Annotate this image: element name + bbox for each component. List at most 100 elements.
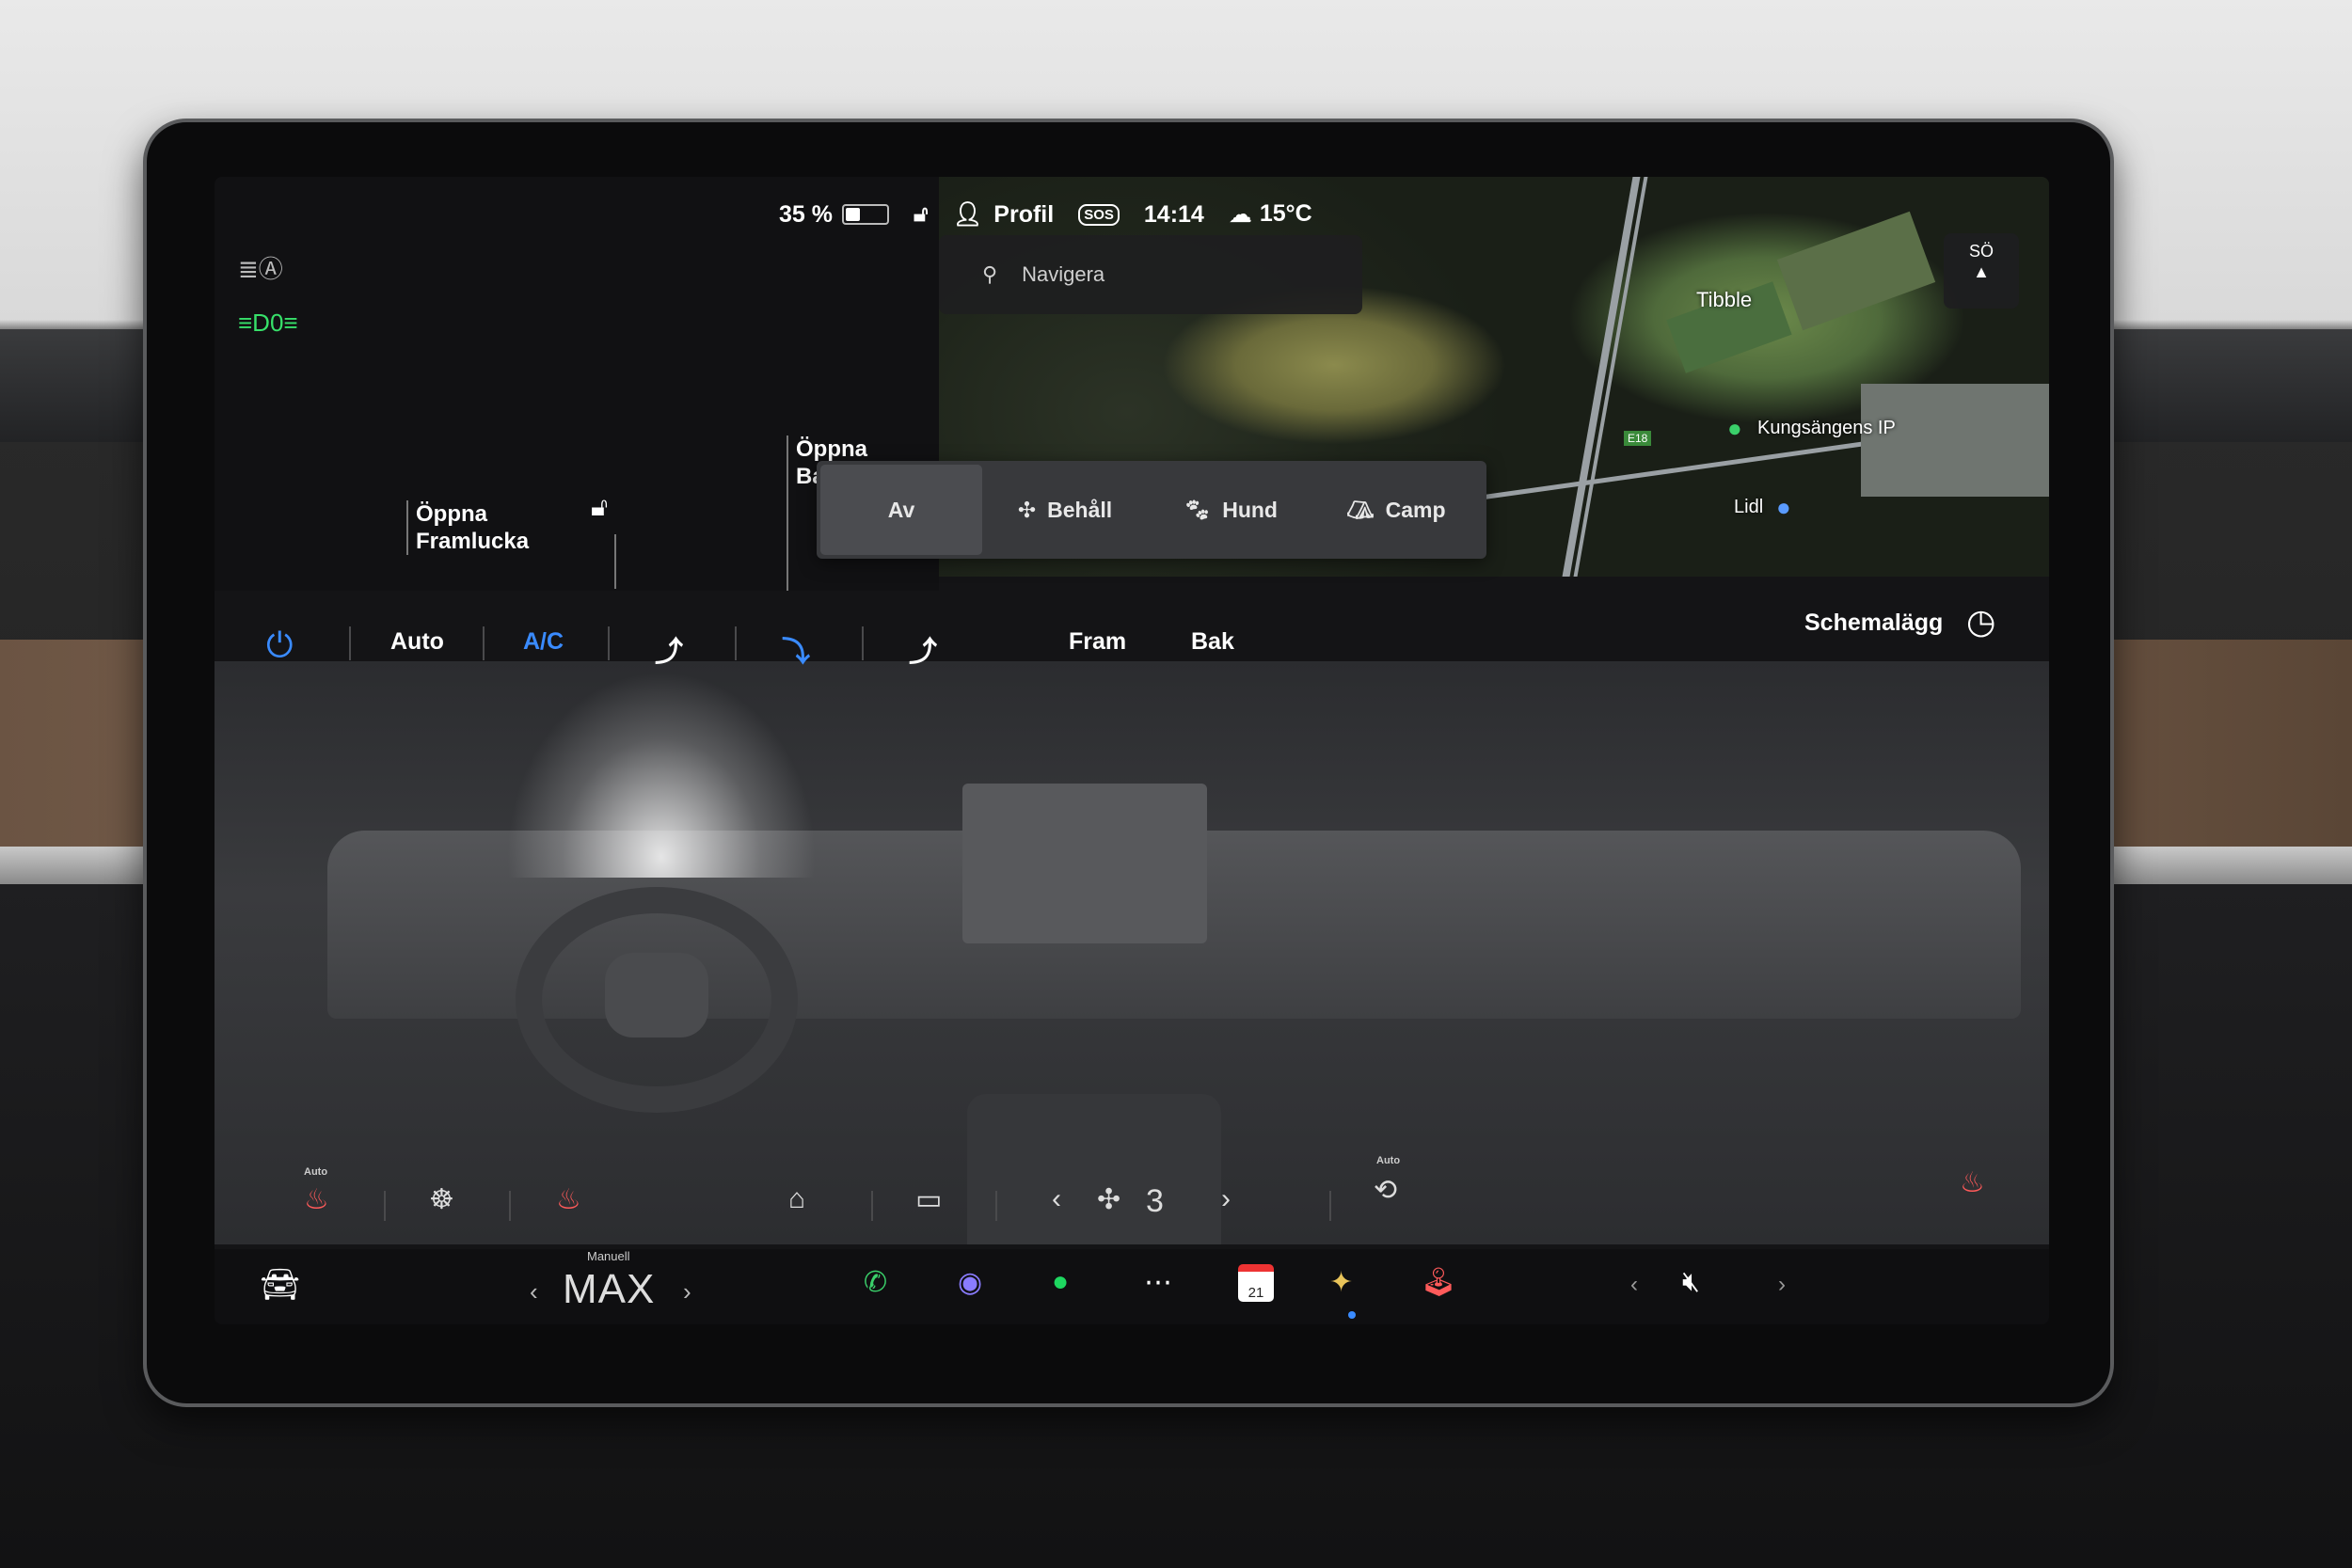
center-screen-render: [962, 784, 1207, 943]
clock-icon[interactable]: ◷: [1966, 602, 1995, 641]
temp-decrease-icon[interactable]: ‹: [530, 1277, 538, 1307]
profile-button[interactable]: 👤︎ Profil: [953, 201, 1055, 229]
fan-increase-icon[interactable]: ›: [1221, 1183, 1231, 1215]
sos-icon[interactable]: SOS: [1078, 203, 1120, 226]
recirculation-icon[interactable]: ⟲: [1374, 1174, 1397, 1207]
schedule-button[interactable]: Schemalägg: [1804, 610, 1943, 637]
keeper-option-camp[interactable]: ⛺︎ Camp: [1313, 465, 1479, 555]
north-arrow-icon: ▲: [1973, 262, 1990, 281]
front-defrost-icon[interactable]: ⌂: [788, 1183, 805, 1215]
airflow-feet-icon[interactable]: ⤵: [782, 628, 810, 670]
keeper-keep-label: Behåll: [1047, 497, 1113, 522]
divider: [871, 1191, 873, 1221]
joystick-icon[interactable]: 🕹︎: [1421, 1266, 1456, 1299]
search-placeholder: Navigera: [1022, 262, 1105, 286]
weather: ☁ 15°C: [1229, 200, 1312, 229]
passenger-seat-heater-icon[interactable]: ♨: [1960, 1166, 1985, 1199]
location-pin-icon[interactable]: ●: [1727, 414, 1742, 443]
rear-defrost-icon[interactable]: ▭: [915, 1183, 942, 1216]
unlock-icon[interactable]: 🔓︎: [914, 201, 929, 228]
fan-icon: ✣: [1097, 1184, 1121, 1215]
keeper-option-off[interactable]: Av: [820, 465, 982, 555]
bottom-dock: 🚘︎ ‹ Manuell MAX › ✆ ◉ ● ⋯ 21 ✦ 🕹︎ ‹ 🔇︎ …: [215, 1249, 2049, 1324]
battery-icon: [841, 204, 889, 225]
unlock-icon[interactable]: 🔓︎: [591, 492, 608, 523]
volume-decrease-icon[interactable]: ‹: [1630, 1272, 1638, 1298]
temp-increase-icon[interactable]: ›: [683, 1277, 691, 1307]
airflow-face-icon[interactable]: ⤴: [655, 628, 683, 670]
clock: 14:14: [1143, 200, 1204, 228]
airflow-windshield-icon[interactable]: ⤴: [909, 628, 937, 670]
driver-seat-heater-icon[interactable]: ♨: [304, 1183, 329, 1216]
profile-label: Profil: [993, 200, 1055, 228]
keeper-camp-label: Camp: [1385, 497, 1446, 522]
rear-vents-button[interactable]: Bak: [1191, 628, 1234, 656]
fan-decrease-icon[interactable]: ‹: [1052, 1183, 1061, 1215]
steering-hub-render: [605, 953, 708, 1037]
ac-button[interactable]: A/C: [523, 628, 564, 656]
paw-icon: 🐾︎: [1184, 497, 1212, 522]
calendar-icon[interactable]: 21: [1238, 1264, 1274, 1302]
tent-icon: ⛺︎: [1346, 497, 1375, 522]
keeper-option-dog[interactable]: 🐾︎ Hund: [1148, 465, 1313, 555]
navigate-search-box[interactable]: ⚲ Navigera: [939, 235, 1362, 314]
fan-speed-value: 3: [1146, 1183, 1164, 1219]
shop-pin-icon[interactable]: ●: [1776, 493, 1791, 522]
active-app-indicator: [1348, 1311, 1356, 1319]
climate-keeper-selector: Av ✣ Behåll 🐾︎ Hund ⛺︎ Camp: [817, 461, 1486, 559]
temperature: 15°C: [1259, 200, 1312, 227]
battery-fill: [845, 208, 860, 221]
green-field-2: [1776, 211, 1936, 331]
volume-increase-icon[interactable]: ›: [1778, 1272, 1786, 1298]
compass-heading: SÖ: [1968, 242, 1994, 261]
keeper-off-label: Av: [887, 497, 915, 522]
seat-heat-auto-label: Auto: [304, 1166, 328, 1178]
divider: [1329, 1191, 1331, 1221]
status-bar: 35 % 🔓︎ 👤︎ Profil SOS 14:14 ☁ 15°C: [779, 196, 1312, 233]
search-icon: ⚲: [982, 262, 998, 286]
residential-area: [1861, 384, 2049, 497]
auto-button[interactable]: Auto: [390, 628, 444, 656]
highway-road-2: [1573, 177, 1648, 577]
battery-indicator: 35 %: [779, 201, 889, 229]
map-label-lidl: Lidl: [1734, 497, 1764, 517]
compass-button[interactable]: SÖ ▲: [1944, 233, 2019, 309]
road-sign-e18: E18: [1624, 431, 1652, 446]
trunk-label-line1: Öppna: [796, 436, 867, 462]
cloud-icon: ☁: [1228, 201, 1252, 228]
bottom-climate-bar: Auto ♨ ☸ ♨ ⌂ ▭ ‹ ✣ 3 › Auto ⟲ ♨: [215, 1155, 2049, 1249]
power-icon[interactable]: ⏻: [266, 626, 293, 666]
divider: [384, 1191, 386, 1221]
phone-icon[interactable]: ✆: [864, 1266, 887, 1299]
spotify-icon[interactable]: ●: [1052, 1266, 1069, 1298]
recirc-auto-label: Auto: [1376, 1155, 1401, 1166]
map-label-kungsangens: Kungsängens IP: [1757, 418, 1896, 438]
car-icon[interactable]: 🚘︎: [260, 1266, 300, 1304]
touchscreen: ≣Ⓐ ≡D0≡ Öppna Framlucka 🔓︎ Öppna Ba ⚲ Na…: [215, 177, 2049, 1324]
parking-light-icon[interactable]: ≡D0≡: [238, 309, 298, 337]
front-vents-button[interactable]: Fram: [1069, 628, 1126, 656]
camera-icon[interactable]: ◉: [958, 1266, 982, 1299]
keeper-option-keep[interactable]: ✣ Behåll: [982, 465, 1148, 555]
keeper-dog-label: Hund: [1222, 497, 1278, 522]
volume-muted-icon[interactable]: 🔇︎: [1682, 1266, 1700, 1298]
divider: [735, 626, 737, 660]
seat-heat-icon[interactable]: ♨: [556, 1183, 581, 1216]
auto-headlight-icon[interactable]: ≣Ⓐ: [238, 250, 283, 283]
airflow-effect: [506, 671, 817, 878]
toybox-icon[interactable]: ✦: [1329, 1266, 1353, 1299]
more-apps-icon[interactable]: ⋯: [1144, 1266, 1172, 1299]
open-frunk-button[interactable]: Öppna Framlucka: [406, 500, 529, 555]
divider: [995, 1191, 997, 1221]
divider: [483, 626, 485, 660]
battery-percent: 35 %: [779, 200, 833, 228]
divider: [608, 626, 610, 660]
manual-label: Manuell: [587, 1249, 630, 1263]
divider: [862, 626, 864, 660]
frunk-line: [614, 534, 616, 589]
frunk-label-line1: Öppna: [416, 501, 487, 527]
max-temperature[interactable]: MAX: [563, 1266, 655, 1313]
steering-wheel-heater-icon[interactable]: ☸: [429, 1183, 454, 1216]
frunk-label-line2: Framlucka: [416, 529, 530, 554]
fan-icon: ✣: [1017, 497, 1037, 522]
